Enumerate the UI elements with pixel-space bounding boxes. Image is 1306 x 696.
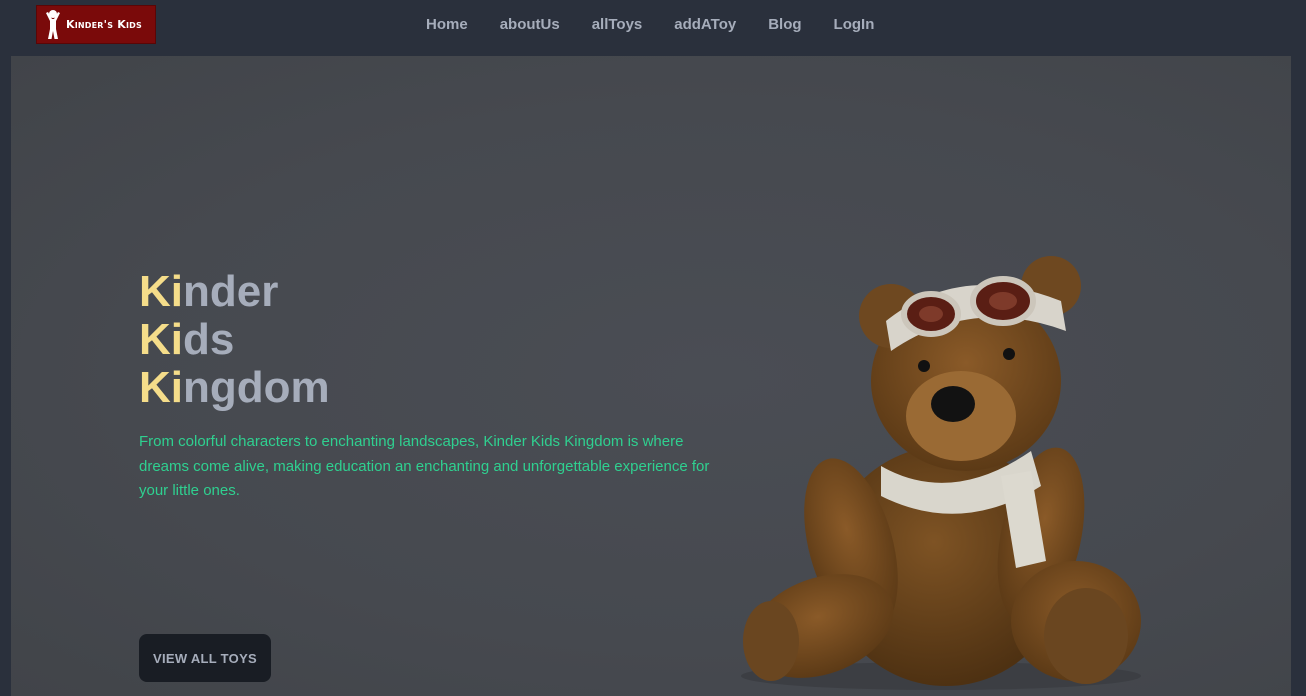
title-highlight: Ki	[139, 363, 183, 412]
hero-title-line: Kingdom	[139, 364, 330, 412]
nav-link-blog[interactable]: Blog	[752, 0, 817, 50]
kid-figure-icon	[46, 9, 60, 39]
nav-link-home[interactable]: Home	[410, 0, 484, 50]
hero-description: From colorful characters to enchanting l…	[139, 433, 710, 499]
nav-link-add-a-toy[interactable]: addAToy	[658, 0, 752, 50]
nav-link-all-toys[interactable]: allToys	[576, 0, 659, 50]
title-highlight: Ki	[139, 315, 183, 364]
view-all-toys-button[interactable]: VIEW ALL TOYS	[139, 634, 271, 682]
main-nav: Home aboutUs allToys addAToy Blog LogIn	[410, 0, 890, 50]
brand-logo[interactable]: Kinder's Kids	[36, 5, 156, 44]
title-rest: ds	[183, 315, 235, 364]
navbar: Kinder's Kids Home aboutUs allToys addAT…	[0, 0, 1306, 52]
hero-title-line: Kinder	[139, 268, 330, 316]
hero-title: Kinder Kids Kingdom	[139, 268, 330, 412]
title-highlight: Ki	[139, 267, 183, 316]
title-rest: ngdom	[183, 363, 330, 412]
teddy-bear-image	[741, 256, 1141, 690]
title-rest: nder	[183, 267, 279, 316]
hero-title-line: Kids	[139, 316, 330, 364]
nav-link-about-us[interactable]: aboutUs	[484, 0, 576, 50]
brand-logo-text: Kinder's Kids	[66, 18, 142, 31]
nav-link-login[interactable]: LogIn	[818, 0, 891, 50]
hero-banner: Kinder Kids Kingdom From colorful charac…	[11, 56, 1291, 696]
